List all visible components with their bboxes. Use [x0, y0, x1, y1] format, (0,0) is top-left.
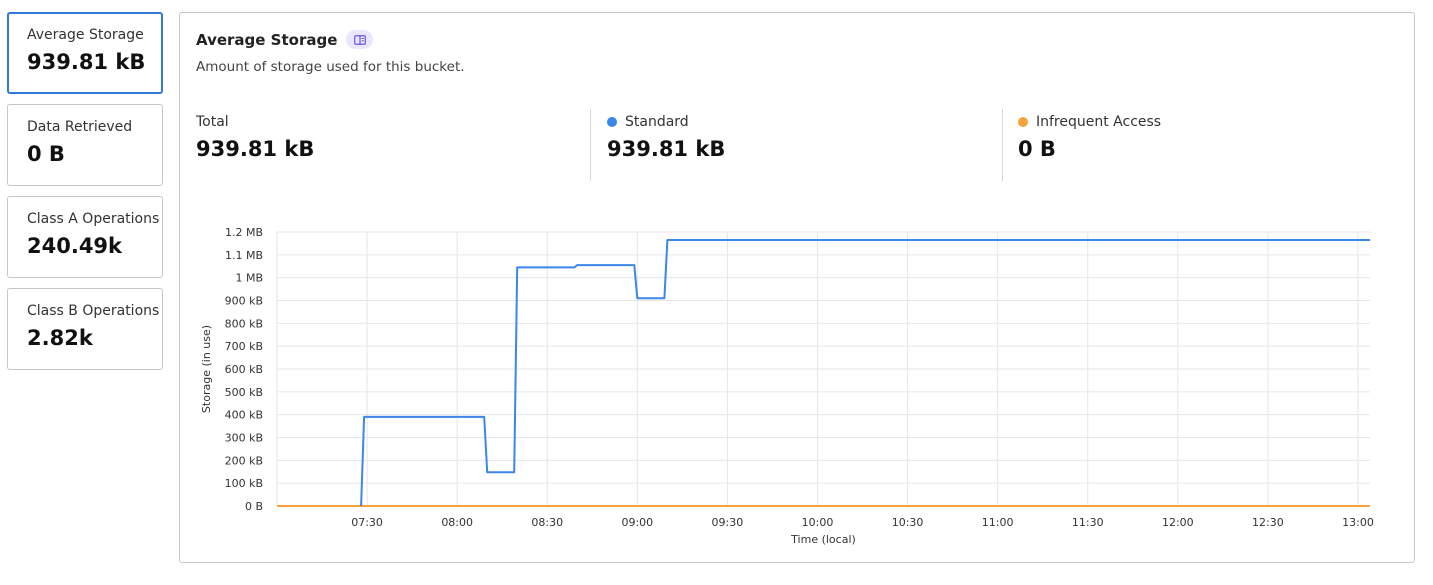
- x-tick-label: 11:00: [982, 516, 1014, 529]
- y-tick-label: 900 kB: [225, 295, 263, 308]
- x-tick-label: 09:30: [712, 516, 744, 529]
- y-tick-label: 100 kB: [225, 477, 263, 490]
- x-tick-label: 07:30: [351, 516, 383, 529]
- metric-card-class-b-operations[interactable]: Class B Operations 2.82k: [7, 288, 163, 370]
- metric-card-class-a-operations[interactable]: Class A Operations 240.49k: [7, 196, 163, 278]
- y-tick-label: 1.1 MB: [225, 249, 263, 262]
- metric-value: 2.82k: [27, 326, 93, 350]
- series-line-standard: [360, 239, 1370, 507]
- x-tick-label: 08:30: [531, 516, 563, 529]
- metric-value: 939.81 kB: [27, 50, 146, 74]
- metric-card-average-storage[interactable]: Average Storage 939.81 kB: [7, 12, 163, 94]
- metric-label: Average Storage: [27, 27, 144, 43]
- y-tick-label: 300 kB: [225, 432, 263, 445]
- x-tick-label: 10:30: [892, 516, 924, 529]
- metric-card-data-retrieved[interactable]: Data Retrieved 0 B: [7, 104, 163, 186]
- x-tick-label: 11:30: [1072, 516, 1104, 529]
- x-tick-label: 12:30: [1252, 516, 1284, 529]
- metric-value: 0 B: [27, 142, 65, 166]
- x-tick-label: 13:00: [1342, 516, 1374, 529]
- x-tick-label: 09:00: [621, 516, 653, 529]
- x-tick-label: 08:00: [441, 516, 473, 529]
- metric-label: Class B Operations: [27, 303, 160, 319]
- metric-label: Data Retrieved: [27, 119, 133, 135]
- y-tick-label: 1.2 MB: [225, 226, 263, 239]
- x-tick-label: 10:00: [802, 516, 834, 529]
- y-tick-label: 200 kB: [225, 454, 263, 467]
- metric-label: Class A Operations: [27, 211, 160, 227]
- y-tick-label: 1 MB: [235, 272, 263, 285]
- y-tick-label: 600 kB: [225, 363, 263, 376]
- metric-value: 240.49k: [27, 234, 123, 258]
- y-tick-label: 800 kB: [225, 317, 263, 330]
- average-storage-panel: Average Storage Amount of storage used f…: [179, 12, 1415, 563]
- y-tick-label: 500 kB: [225, 386, 263, 399]
- y-tick-label: 0 B: [245, 500, 263, 513]
- x-tick-label: 12:00: [1162, 516, 1194, 529]
- y-axis-label: Storage (in use): [200, 325, 213, 413]
- storage-line-chart[interactable]: 0 B 100 kB 200 kB 300 kB 400 kB 500 kB 600 kB 7…: [180, 13, 1414, 562]
- y-tick-label: 700 kB: [225, 340, 263, 353]
- x-axis-label: Time (local): [790, 533, 856, 546]
- y-tick-label: 400 kB: [225, 409, 263, 422]
